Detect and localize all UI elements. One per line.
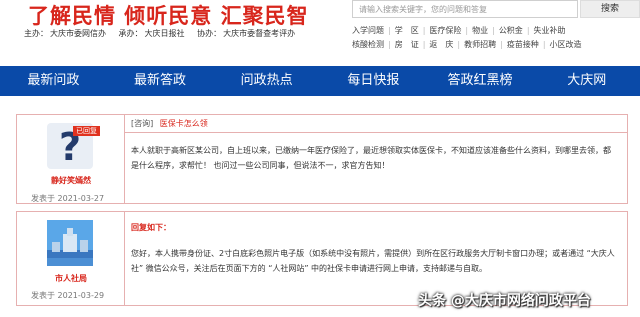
sponsor-label: 主办：: [24, 29, 48, 38]
question-author-name[interactable]: 静好笑嫣然: [17, 175, 125, 186]
search-button[interactable]: 搜索: [580, 0, 640, 18]
hot-tags: 入学问题 | 学 区 | 医疗保险 | 物业 | 公积金 | 失业补助 核酸检测 | 房 证…: [352, 24, 640, 52]
answer-body: 您好，本人携带身份证、2寸白底彩色照片电子版（如系统中没有照片，需提供）到所在区…: [131, 249, 615, 273]
tag-link[interactable]: 公积金: [499, 24, 523, 38]
site-slogan: 了解民情 倾听民意 汇聚民智: [28, 4, 309, 28]
site-header: 了解民情 倾听民意 汇聚民智 主办： 大庆市委网信办 承办： 大庆日报社 协办： 大庆…: [0, 0, 640, 64]
question-header: [咨询] 医保卡怎么领: [125, 115, 627, 133]
co-organizer-value: 大庆市委督查考评办: [223, 29, 296, 38]
nav-daqing-net[interactable]: 大庆网: [533, 66, 640, 96]
hot-tags-row-1: 入学问题 | 学 区 | 医疗保险 | 物业 | 公积金 | 失业补助: [352, 24, 640, 38]
watermark-text: 头条 @大庆市网络问政平台: [418, 293, 591, 309]
tag-separator: |: [465, 26, 469, 35]
question-date: 发表于 2021-03-27: [31, 194, 105, 203]
tag-separator: |: [457, 40, 461, 49]
question-card: ? 已回复 静好笑嫣然 发表于 2021-03-27 [咨询] 医保卡怎么领 本…: [16, 114, 628, 204]
tag-link[interactable]: 入学问题: [352, 24, 384, 38]
tag-link[interactable]: 教师招聘: [464, 38, 496, 52]
nav-red-black-list[interactable]: 答政红黑榜: [427, 66, 534, 96]
tag-link[interactable]: 庆: [445, 38, 453, 52]
tag-link[interactable]: 失业补助: [534, 24, 566, 38]
tag-link[interactable]: 证: [411, 38, 419, 52]
tag-link[interactable]: 房: [395, 38, 403, 52]
main-nav: 最新问政 最新答政 问政热点 每日快报 答政红黑榜 大庆网: [0, 66, 640, 96]
tag-separator: |: [492, 26, 495, 35]
answer-heading: 回复如下：: [131, 223, 171, 232]
tag-separator: |: [422, 26, 426, 35]
question-content: [咨询] 医保卡怎么领 本人就职于高新区某公司，自上班以来，已缴纳一年医疗保险了…: [125, 115, 627, 203]
nav-latest-answers[interactable]: 最新答政: [107, 66, 214, 96]
nav-daily-report[interactable]: 每日快报: [320, 66, 427, 96]
question-author-panel: ? 已回复 静好笑嫣然 发表于 2021-03-27: [17, 115, 125, 203]
tag-separator: |: [500, 40, 503, 49]
tag-separator: |: [542, 40, 546, 49]
tag-link[interactable]: 核酸检测: [352, 38, 384, 52]
search-input[interactable]: [352, 0, 578, 18]
question-title[interactable]: 医保卡怎么领: [160, 119, 208, 128]
answer-date: 发表于 2021-03-29: [31, 291, 105, 300]
tag-link[interactable]: 区: [411, 24, 419, 38]
replied-badge: 已回复: [73, 126, 100, 136]
tag-link[interactable]: 医疗保险: [429, 24, 461, 38]
answer-author-panel: 市人社局 发表于 2021-03-29: [17, 212, 125, 305]
agency-avatar[interactable]: [47, 220, 93, 266]
tag-separator: |: [422, 40, 426, 49]
nav-latest-questions[interactable]: 最新问政: [0, 66, 107, 96]
question-body: 本人就职于高新区某公司，自上班以来，已缴纳一年医疗保险了，最近想领取实体医保卡，…: [131, 146, 611, 170]
hot-tags-row-2: 核酸检测 | 房 证 | 返 庆 | 教师招聘 | 疫苗接种 | 小区改造: [352, 38, 640, 52]
answer-author-name[interactable]: 市人社局: [17, 273, 125, 284]
tag-separator: |: [388, 26, 391, 35]
tag-link[interactable]: 小区改造: [550, 38, 582, 52]
question-category: [咨询]: [131, 119, 154, 128]
tag-link[interactable]: 物业: [472, 24, 488, 38]
tag-separator: |: [526, 26, 530, 35]
nav-hot-topics[interactable]: 问政热点: [213, 66, 320, 96]
search-bar: 搜索: [352, 0, 640, 18]
tag-separator: |: [388, 40, 391, 49]
co-organizer-label: 协办：: [197, 29, 222, 38]
organizer-label: 承办：: [118, 29, 143, 38]
organizer-value: 大庆日报社: [144, 29, 185, 38]
tag-link[interactable]: 疫苗接种: [507, 38, 539, 52]
tag-link[interactable]: 学: [395, 24, 403, 38]
sponsor-value: 大庆市委网信办: [50, 29, 106, 38]
tag-link[interactable]: 返: [429, 38, 437, 52]
sponsor-line: 主办： 大庆市委网信办 承办： 大庆日报社 协办： 大庆市委督查考评办: [24, 28, 305, 39]
